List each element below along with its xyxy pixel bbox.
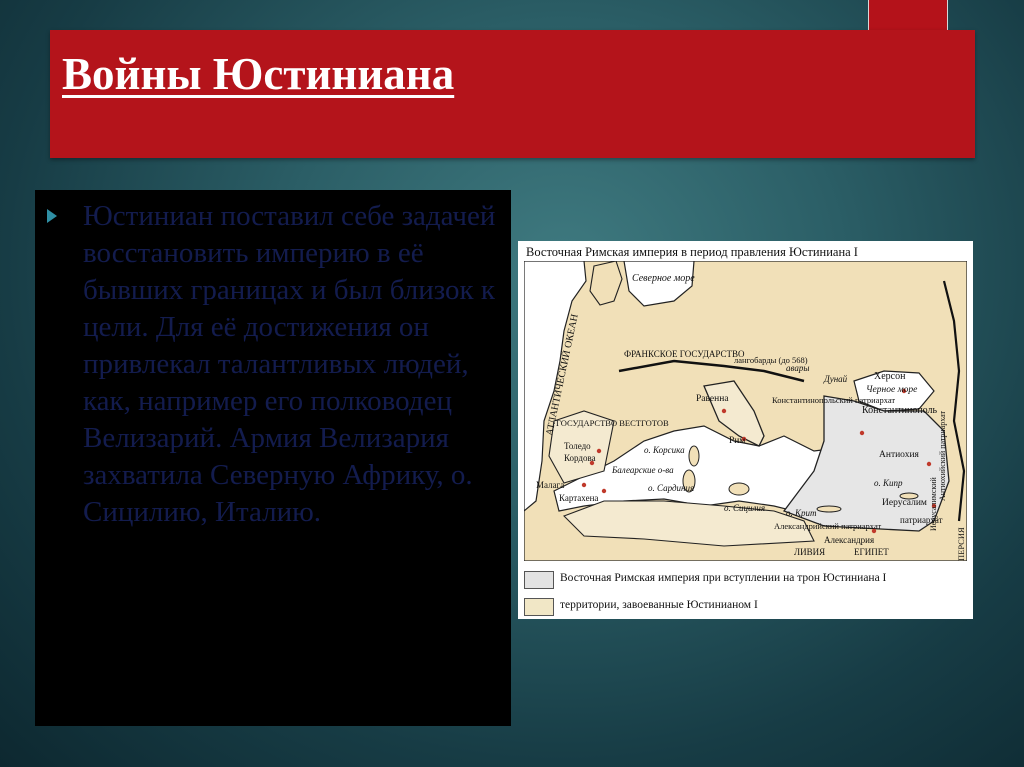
map-label-ravenna: Равенна	[696, 394, 729, 404]
map-label-black-sea: Черное море	[866, 385, 917, 395]
map-label-constantinople-patr: Константинопольский патриархат	[772, 395, 895, 405]
map-label-libya: ЛИВИЯ	[794, 547, 825, 557]
map-label-toledo: Толедо	[564, 441, 591, 451]
legend-swatch-conquered	[524, 598, 554, 616]
map-label-crete: о. Крит	[786, 508, 817, 518]
map-label-alexandria: Александрия	[824, 535, 874, 545]
map-label-danube: Дунай	[823, 374, 848, 384]
bullet-icon	[47, 209, 57, 223]
map-label-persia: ПЕРСИЯ	[956, 527, 966, 561]
map-label-balearic: Балеарские о-ва	[611, 465, 674, 475]
map-label-cordoba: Кордова	[564, 453, 596, 463]
map-label-avars: авары	[786, 363, 809, 373]
map-label-jerusalem: Иерусалим	[882, 498, 927, 508]
map-label-kherson: Херсон	[874, 371, 906, 382]
map-label-antioch-patr: Антиохийский патриархат	[938, 411, 947, 501]
title-bar: Войны Юстиниана	[50, 30, 975, 158]
legend-text-empire: Восточная Римская империя при вступлении…	[560, 572, 887, 584]
map-label-sicily: о. Сицилия	[724, 503, 765, 513]
map-caption: Восточная Римская империя в период правл…	[526, 245, 858, 259]
map-label-malaga: Малага	[536, 480, 564, 490]
map-label-carthagena: Картахена	[559, 493, 598, 503]
map-label-constantinople: Константинополь	[862, 405, 938, 416]
map-label-egypt: ЕГИПЕТ	[854, 547, 889, 557]
map-label-alexandria-patr: Александрийский патриархат	[774, 521, 881, 531]
map-label-north-sea: Северное море	[632, 273, 695, 284]
map-label-corsica: о. Корсика	[644, 445, 685, 455]
map-label-rome: Рим	[729, 436, 745, 446]
legend-text-conquered: территории, завоеванные Юстинианом I	[560, 599, 758, 611]
map-image: АТЛАНТИЧЕСКИЙ ОКЕАН Северное море ФРАНКС…	[524, 261, 967, 561]
map-figure: Восточная Римская империя в период правл…	[518, 241, 973, 619]
slide-title: Войны Юстиниана	[62, 49, 455, 99]
legend-swatch-empire	[524, 571, 554, 589]
map-label-visigoths: ГОСУДАРСТВО ВЕСТГОТОВ	[556, 418, 669, 428]
map-label-frankish: ФРАНКСКОЕ ГОСУДАРСТВО	[624, 349, 745, 359]
accent-tab	[868, 0, 948, 30]
map-label-cyprus: о. Кипр	[874, 478, 903, 488]
text-box: Юстиниан поставил себе задачей восстанов…	[35, 190, 511, 726]
map-label-antioch: Антиохия	[879, 450, 920, 460]
map-label-jerusalem-patr: патриархат	[900, 515, 943, 525]
map-label-sardinia: о. Сардиния	[648, 483, 694, 493]
slide-body-text: Юстиниан поставил себе задачей восстанов…	[83, 200, 496, 528]
